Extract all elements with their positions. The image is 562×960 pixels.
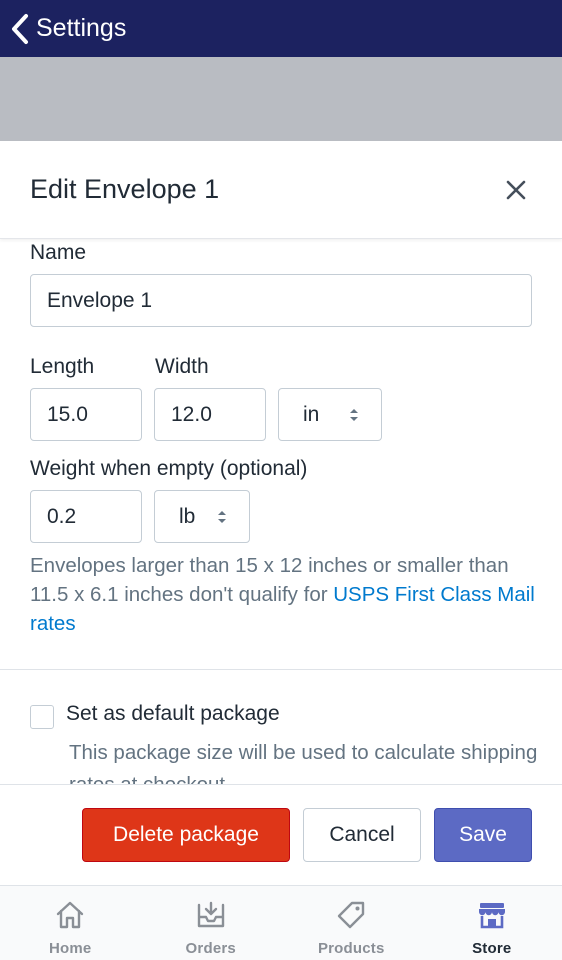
default-package-label[interactable]: Set as default package [66,702,280,726]
modal-body[interactable]: Name Envelope 1 Length Width 15.0 12.0 i… [0,239,562,784]
modal-backdrop [0,57,562,141]
weight-unit-select[interactable]: lb [154,490,250,543]
modal-title: Edit Envelope 1 [30,174,220,204]
width-input[interactable]: 12.0 [154,388,266,441]
name-label: Name [30,241,87,264]
modal-header: Edit Envelope 1 [0,141,562,239]
store-icon [475,898,509,932]
select-arrows-icon [350,408,358,421]
width-label: Width [155,355,209,378]
save-button[interactable]: Save [434,808,532,862]
home-icon [53,898,87,932]
length-input[interactable]: 15.0 [30,388,142,441]
back-button[interactable]: Settings [0,0,126,57]
modal-footer: Delete package Cancel Save [0,784,562,885]
close-icon [506,180,526,199]
top-nav-bar: Settings [0,0,562,57]
bottom-tab-bar: Home Orders Products Store [0,885,562,960]
select-arrows-icon [218,510,226,523]
weight-input[interactable]: 0.2 [30,490,142,543]
section-divider [0,669,562,670]
name-input[interactable]: Envelope 1 [30,274,532,327]
cancel-button[interactable]: Cancel [303,808,421,862]
tab-store[interactable]: Store [422,886,562,960]
default-package-checkbox[interactable] [30,705,54,729]
close-button[interactable] [500,174,532,206]
delete-package-button[interactable]: Delete package [82,808,290,862]
envelope-size-help-text: Envelopes larger than 15 x 12 inches or … [30,551,540,638]
tab-home[interactable]: Home [0,886,141,960]
back-button-label: Settings [36,14,127,42]
dimension-unit-value: in [303,402,320,426]
tab-orders[interactable]: Orders [141,886,282,960]
length-label: Length [30,355,95,378]
tab-label: Store [472,940,512,957]
weight-unit-value: lb [179,504,196,528]
tab-label: Products [317,940,385,957]
tab-products[interactable]: Products [281,886,422,960]
default-package-help-text: This package size will be used to calcul… [69,741,538,784]
edit-package-modal: Edit Envelope 1 Name Envelope 1 Length W… [0,141,562,885]
chevron-left-icon [10,13,30,45]
orders-inbox-icon [194,898,228,932]
tab-label: Home [49,940,92,957]
dimension-unit-select[interactable]: in [278,388,382,441]
tag-icon [334,898,368,932]
tab-label: Orders [185,940,236,957]
weight-label: Weight when empty (optional) [30,457,308,480]
